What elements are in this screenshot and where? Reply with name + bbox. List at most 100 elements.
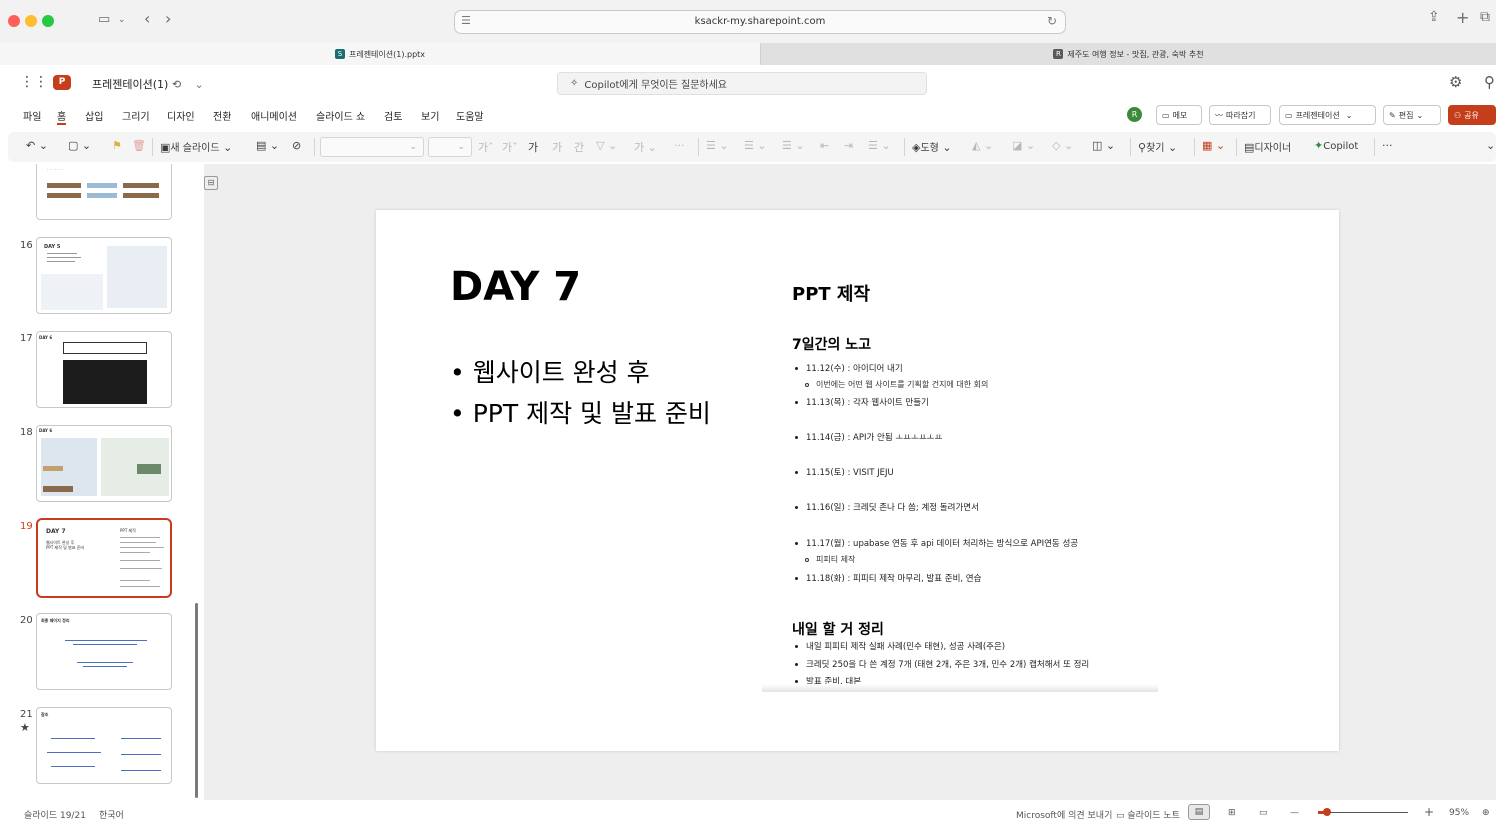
gear-icon[interactable]: ⚙ <box>1449 73 1462 91</box>
sub-list-item[interactable]: 이번에는 어떤 웹 사이트를 기획할 건지에 대한 회의 <box>805 379 988 390</box>
underline-icon[interactable]: 간 <box>574 139 584 155</box>
notes-button[interactable]: ▭ 슬라이드 노트 <box>1116 808 1180 821</box>
align-icon[interactable]: ☰ ⌄ <box>782 139 805 152</box>
address-bar[interactable]: ☰ ksackr-my.sharepoint.com ↻ <box>454 10 1066 34</box>
zoom-in-icon[interactable]: + <box>1424 805 1434 819</box>
list-item[interactable]: 11.17(월) : upabase 연동 후 api 데이터 처리하는 방식으… <box>795 537 1078 549</box>
list-item[interactable]: 11.15(토) : VISIT JEJU <box>795 466 894 478</box>
slide-bullet[interactable]: • 웹사이트 완성 후 <box>450 353 650 389</box>
menu-file[interactable]: 파일 <box>23 108 41 123</box>
right-column-title[interactable]: PPT 제작 <box>792 280 870 306</box>
more-font-icon[interactable]: ··· <box>674 139 685 152</box>
normal-view-icon[interactable]: ▤ <box>1188 804 1210 820</box>
menu-transitions[interactable]: 전환 <box>213 108 231 123</box>
powerpoint-logo-icon[interactable]: P <box>53 75 71 90</box>
feedback-link[interactable]: Microsoft에 의견 보내기 <box>1016 808 1112 821</box>
bold-icon[interactable]: 가 <box>528 139 538 155</box>
layout-icon[interactable]: ▤ ⌄ <box>256 139 279 152</box>
font-color-icon[interactable]: 가 ⌄ <box>634 139 657 155</box>
present-button[interactable]: ▭ 프레젠테이션 ⌄ <box>1279 105 1376 125</box>
menu-draw[interactable]: 그리기 <box>122 108 150 123</box>
minimize-window-button[interactable] <box>25 15 37 27</box>
slide-thumbnail[interactable]: 최종 페이지 정리 <box>36 613 172 690</box>
slide-sorter-icon[interactable]: ⊞ <box>1228 808 1236 818</box>
copilot-button[interactable]: ✦Copilot <box>1314 139 1358 152</box>
font-size-select[interactable]: ⌄ <box>428 137 472 157</box>
menu-home[interactable]: 홈 <box>57 108 67 125</box>
new-slide-button[interactable]: ▣새 슬라이드 ⌄ <box>160 139 232 154</box>
maximize-window-button[interactable] <box>42 15 54 27</box>
chevron-down-icon[interactable]: ⌄ <box>1346 111 1353 120</box>
close-window-button[interactable] <box>8 15 20 27</box>
menu-review[interactable]: 검토 <box>384 108 402 123</box>
thumbnail-scrollbar[interactable] <box>195 603 198 798</box>
zoom-level[interactable]: 95% <box>1449 808 1469 818</box>
tab-presentation[interactable]: S 프레젠테이션(1).pptx <box>0 43 760 65</box>
table-icon[interactable]: ▦ ⌄ <box>1202 139 1225 152</box>
slide-thumbnail[interactable]: · · · · · · · <box>36 164 172 220</box>
font-name-select[interactable]: ⌄ <box>320 137 424 157</box>
chevron-down-icon[interactable]: ⌄ <box>1486 139 1495 152</box>
slide-bullet[interactable]: • PPT 제작 및 발표 준비 <box>450 394 711 430</box>
slide-thumbnail[interactable]: DAY 5 <box>36 237 172 314</box>
increase-indent-icon[interactable]: ⇥ <box>844 139 853 152</box>
list-item[interactable]: 11.18(화) : 피피티 제작 마무리, 발표 준비, 연습 <box>795 572 981 584</box>
language-indicator[interactable]: 한국어 <box>99 808 124 821</box>
fill-icon[interactable]: ◭ ⌄ <box>972 139 993 152</box>
shapes-button[interactable]: ◈도형 ⌄ <box>912 139 952 154</box>
bullets-icon[interactable]: ☰ ⌄ <box>706 139 729 152</box>
list-item[interactable]: 11.13(목) : 각자 웹사이트 만들기 <box>795 396 929 408</box>
current-slide[interactable]: DAY 7 • 웹사이트 완성 후 • PPT 제작 및 발표 준비 PPT 제… <box>376 210 1339 751</box>
highlight-icon[interactable]: ▽ ⌄ <box>596 139 617 152</box>
undo-icon[interactable]: ↶ ⌄ <box>26 139 48 152</box>
increase-font-icon[interactable]: 가ˆ <box>478 139 494 155</box>
delete-icon[interactable]: 🗑 <box>132 139 146 152</box>
more-options-button[interactable]: ··· <box>1382 139 1393 152</box>
new-tab-icon[interactable]: + <box>1456 8 1469 27</box>
decrease-font-icon[interactable]: 가ˇ <box>502 139 518 155</box>
slide-thumbnail[interactable]: 참조 <box>36 707 172 784</box>
chevron-down-icon[interactable]: ⌄ <box>195 78 204 91</box>
section-heading[interactable]: 내일 할 거 정리 <box>792 619 884 639</box>
slide-title[interactable]: DAY 7 <box>450 264 581 310</box>
fit-slide-icon[interactable]: ⊕ <box>1482 808 1490 818</box>
line-spacing-icon[interactable]: ☰ ⌄ <box>868 139 891 152</box>
list-item[interactable]: 11.16(일) : 크레딧 존나 다 씀; 계정 돌려가면서 <box>795 501 979 513</box>
decrease-indent-icon[interactable]: ⇤ <box>820 139 829 152</box>
share-icon[interactable]: ⇪ <box>1428 9 1440 25</box>
slide-thumbnail-selected[interactable]: DAY 7 웹사이트 완성 후 PPT 제작 및 발표 준비 PPT 제작 <box>36 518 172 598</box>
share-button[interactable]: ⚇ 공유 <box>1448 105 1496 125</box>
sub-list-item[interactable]: 피피티 제작 <box>805 554 855 565</box>
menu-design[interactable]: 디자인 <box>167 108 195 123</box>
paste-icon[interactable]: ▢ ⌄ <box>68 139 91 152</box>
slide-thumbnail[interactable]: DAY 6 <box>36 331 172 408</box>
numbering-icon[interactable]: ☰ ⌄ <box>744 139 767 152</box>
back-icon[interactable]: ‹ <box>144 9 150 28</box>
list-item[interactable]: 크레딧 250을 다 쓴 계정 7개 (태현 2개, 주은 3개, 민수 2개)… <box>795 658 1089 670</box>
file-name[interactable]: 프레젠테이션(1) ⟲ ⌄ <box>92 76 204 92</box>
menu-slideshow[interactable]: 슬라이드 쇼 <box>316 108 365 123</box>
panel-toggle-icon[interactable]: ⊟ <box>204 176 218 190</box>
outline-icon[interactable]: ◪ ⌄ <box>1012 139 1035 152</box>
list-item[interactable]: 11.14(금) : API가 안됨 ㅗㅛㅗㅛㅗㅛ <box>795 431 942 443</box>
hide-slide-icon[interactable]: ⊘ <box>292 139 301 152</box>
account-icon[interactable]: ⚲ <box>1484 73 1495 91</box>
reading-view-icon[interactable]: ▭ <box>1259 808 1268 818</box>
edit-mode-button[interactable]: ✎ 편집 ⌄ <box>1383 105 1441 125</box>
zoom-slider[interactable] <box>1318 808 1408 816</box>
menu-help[interactable]: 도움말 <box>456 108 484 123</box>
italic-icon[interactable]: 가 <box>552 139 562 155</box>
avatar[interactable]: R <box>1127 107 1142 122</box>
format-painter-icon[interactable]: ⚑ <box>112 139 122 152</box>
comments-button[interactable]: ▭ 메모 <box>1156 105 1202 125</box>
effects-icon[interactable]: ◇ ⌄ <box>1052 139 1073 152</box>
zoom-out-icon[interactable]: — <box>1290 808 1299 818</box>
tab-overview-icon[interactable]: ⧉ <box>1480 9 1490 25</box>
list-item[interactable]: 11.12(수) : 아이디어 내기 <box>795 362 903 374</box>
list-item[interactable]: 내일 피피티 제작 실패 사례(민수 태현), 성공 사례(주은) <box>795 640 1005 652</box>
forward-icon[interactable]: › <box>165 9 171 28</box>
menu-insert[interactable]: 삽입 <box>85 108 103 123</box>
catch-up-button[interactable]: 〰 따라잡기 <box>1209 105 1271 125</box>
menu-animations[interactable]: 애니메이션 <box>251 108 297 123</box>
reload-icon[interactable]: ↻ <box>1047 14 1057 28</box>
